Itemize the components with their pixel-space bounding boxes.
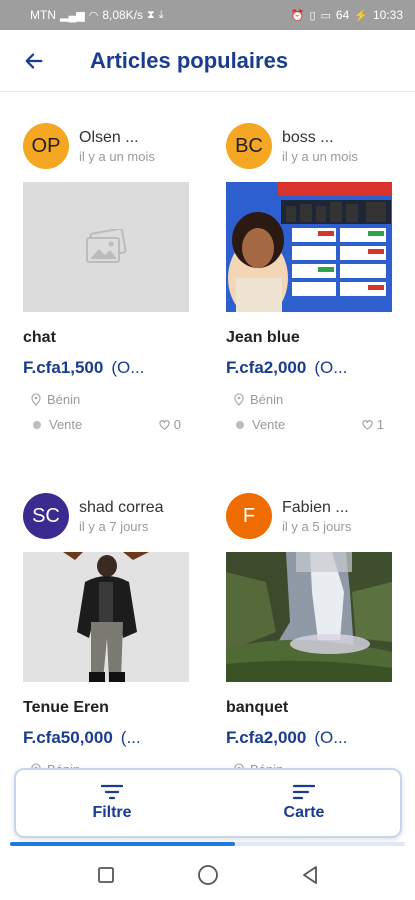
product-price: F.cfa2,000 (O... <box>226 728 392 748</box>
product-image[interactable] <box>226 182 392 312</box>
scroll-progress-fill <box>10 842 236 846</box>
carrier-label: MTN <box>30 8 56 22</box>
signal-icon: ▂▄▆ <box>60 9 85 22</box>
charging-icon: ⚡ <box>354 9 368 22</box>
heart-icon <box>362 419 373 430</box>
circle-icon <box>197 865 218 885</box>
product-card[interactable]: F Fabien ... il y a 5 jours banquet F.cf… <box>226 490 392 777</box>
recents-button[interactable] <box>91 860 121 890</box>
listing-type: Vente <box>252 417 286 432</box>
battery-icon: ▭ <box>320 9 331 22</box>
card-header[interactable]: OP Olsen ... il y a un mois <box>23 120 189 172</box>
product-name: Jean blue <box>226 329 300 346</box>
clock: 10:33 <box>372 8 403 22</box>
type-dot-icon <box>33 420 41 429</box>
posted-time: il y a 5 jours <box>282 518 352 534</box>
like-count: 1 <box>376 417 384 432</box>
price-value: F.cfa1,500 <box>23 358 104 377</box>
battery-level: 64 <box>335 8 350 22</box>
vibrate-icon: ▯ <box>309 9 316 22</box>
arrow-left-icon <box>25 52 43 69</box>
card-header[interactable]: BC boss ... il y a un mois <box>226 120 392 172</box>
product-location: Bénin <box>250 392 284 407</box>
product-image-placeholder[interactable] <box>23 182 189 312</box>
posted-time: il y a un mois <box>79 148 155 164</box>
avatar[interactable]: OP <box>23 123 69 169</box>
product-image[interactable] <box>23 552 189 682</box>
triangle-back-icon <box>302 866 317 884</box>
price-note: (O... <box>314 358 348 377</box>
avatar[interactable]: SC <box>23 493 69 539</box>
system-nav-bar <box>0 850 415 900</box>
listing-type: Vente <box>49 417 83 432</box>
avatar[interactable]: F <box>226 493 272 539</box>
download-icon: ⤓ <box>158 8 164 21</box>
type-dot-icon <box>236 420 244 429</box>
filter-label: Filtre <box>92 804 132 821</box>
price-note: (... <box>120 728 141 747</box>
location-pin-icon <box>31 393 41 406</box>
location-pin-icon <box>234 393 244 406</box>
alarm-icon: ⏰ <box>290 9 305 22</box>
product-name: chat <box>23 329 56 346</box>
product-price: F.cfa50,000 (... <box>23 728 189 748</box>
product-card[interactable]: OP Olsen ... il y a un mois chat F.cfa1,… <box>23 120 189 432</box>
product-photo-ad <box>226 182 392 312</box>
scroll-progress-bar <box>10 842 405 846</box>
map-button[interactable]: Carte <box>208 770 400 836</box>
square-icon <box>97 867 114 883</box>
product-card[interactable]: BC boss ... il y a un mois Jean blue F.c… <box>226 120 392 432</box>
seller-name: shad correa <box>79 498 164 516</box>
product-name: Tenue Eren <box>23 699 109 716</box>
product-name: banquet <box>226 699 289 716</box>
map-label: Carte <box>283 804 325 821</box>
like-count: 0 <box>173 417 181 432</box>
product-photo-waterfall <box>226 552 392 682</box>
wifi-icon: ◠ <box>88 9 99 22</box>
posted-time: il y a un mois <box>282 148 358 164</box>
product-card[interactable]: SC shad correa il y a 7 jours Tenue Eren… <box>23 490 189 777</box>
avatar[interactable]: BC <box>226 123 272 169</box>
price-note: (O... <box>111 358 145 377</box>
app-bar: Articles populaires <box>0 30 415 92</box>
seller-name: Fabien ... <box>282 498 349 516</box>
posted-time: il y a 7 jours <box>79 518 149 534</box>
image-placeholder-icon <box>86 229 127 263</box>
status-bar: MTN ▂▄▆ ◠ 8,08K/s ⧗ ⤓ ⏰ ▯ ▭ 64 ⚡ 10:33 <box>0 0 415 30</box>
bottom-action-bar: Filtre Carte <box>14 768 402 838</box>
card-header[interactable]: SC shad correa il y a 7 jours <box>23 490 189 542</box>
price-value: F.cfa50,000 <box>23 728 113 747</box>
price-note: (O... <box>314 728 348 747</box>
seller-name: boss ... <box>282 128 334 146</box>
sort-lines-icon <box>293 784 315 800</box>
system-back-button[interactable] <box>295 860 325 890</box>
price-value: F.cfa2,000 <box>226 358 307 377</box>
filter-button[interactable]: Filtre <box>16 770 208 836</box>
product-price: F.cfa1,500 (O... <box>23 358 189 378</box>
card-header[interactable]: F Fabien ... il y a 5 jours <box>226 490 392 542</box>
product-photo-outfit <box>23 552 189 682</box>
heart-icon <box>159 419 170 430</box>
like-button[interactable]: 1 <box>362 417 384 432</box>
product-location: Bénin <box>47 392 81 407</box>
back-button[interactable] <box>14 41 54 81</box>
product-price: F.cfa2,000 (O... <box>226 358 392 378</box>
like-button[interactable]: 0 <box>159 417 181 432</box>
filter-icon <box>101 784 123 800</box>
seller-name: Olsen ... <box>79 128 139 146</box>
page-title: Articles populaires <box>90 47 289 73</box>
home-button[interactable] <box>193 860 223 890</box>
hourglass-icon: ⧗ <box>147 8 155 21</box>
net-speed: 8,08K/s <box>102 8 144 22</box>
price-value: F.cfa2,000 <box>226 728 307 747</box>
product-image[interactable] <box>226 552 392 682</box>
